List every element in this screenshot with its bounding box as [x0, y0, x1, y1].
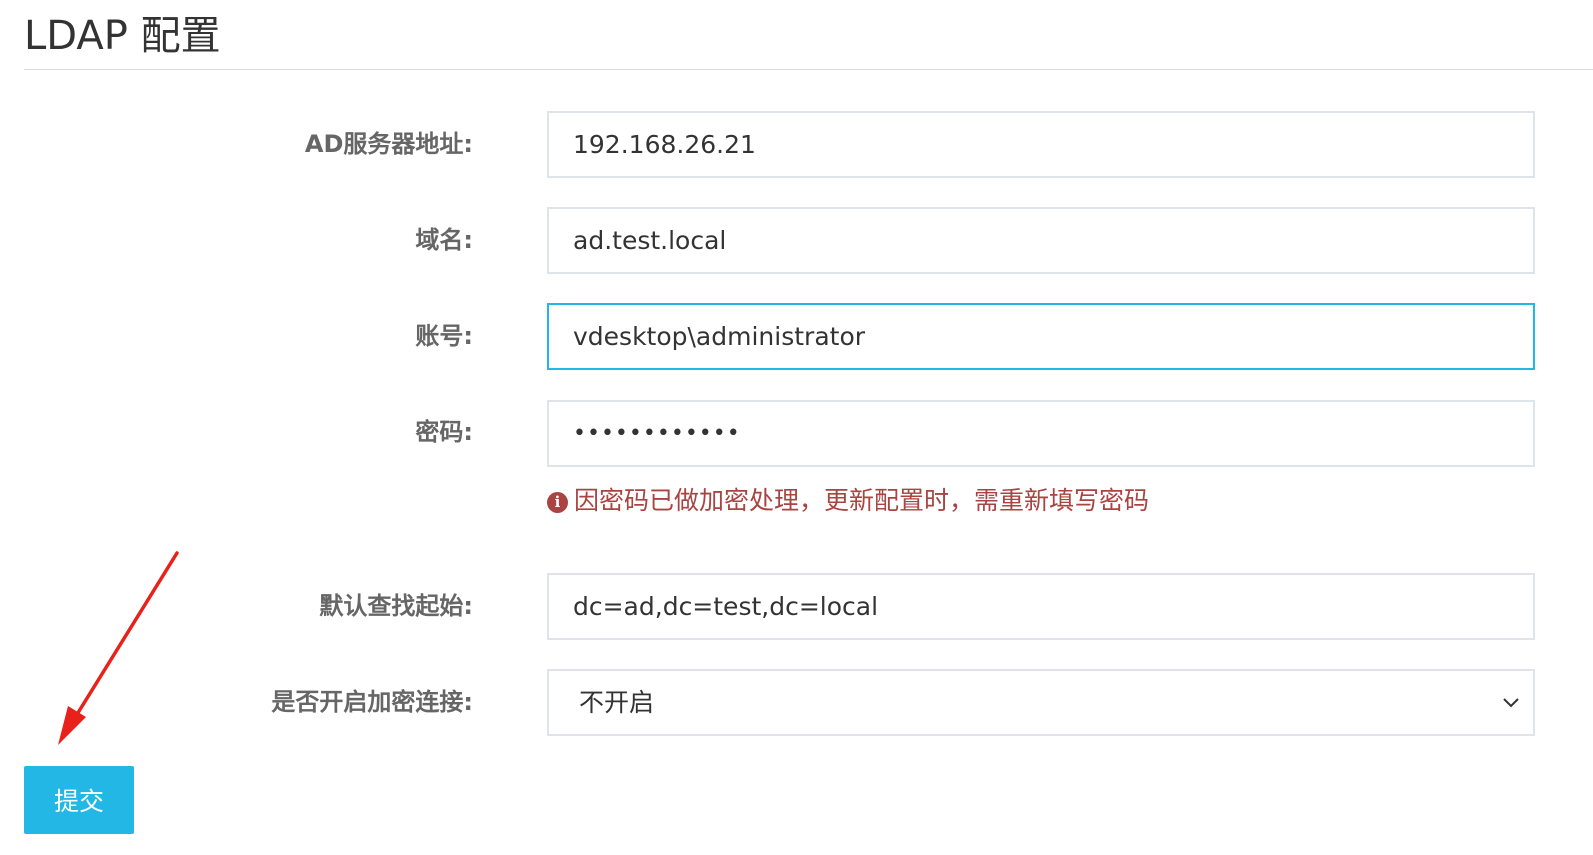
submit-button[interactable]: 提交 [24, 766, 134, 834]
domain-input[interactable] [547, 207, 1535, 274]
encryption-select[interactable]: 不开启 [547, 669, 1535, 736]
encryption-select-wrapper: 不开启 [547, 669, 1535, 736]
title-divider [24, 69, 1593, 70]
page-title: LDAP 配置 [24, 13, 221, 59]
password-label: 密码: [415, 418, 473, 446]
base-dn-label: 默认查找起始: [319, 592, 473, 620]
domain-label: 域名: [415, 226, 473, 254]
server-address-input[interactable] [547, 111, 1535, 178]
server-address-label: AD服务器地址: [304, 130, 473, 158]
account-input[interactable] [547, 303, 1535, 370]
ldap-config-page: LDAP 配置 AD服务器地址: 域名: 账号: 密码: i 因密码已做加密处理，… [0, 0, 1593, 855]
password-help-text: i 因密码已做加密处理，更新配置时，需重新填写密码 [547, 484, 1149, 518]
account-label: 账号: [415, 322, 473, 350]
base-dn-input[interactable] [547, 573, 1535, 640]
info-icon: i [547, 492, 568, 513]
encryption-label: 是否开启加密连接: [271, 688, 473, 716]
password-help-message: 因密码已做加密处理，更新配置时，需重新填写密码 [574, 486, 1150, 515]
password-input[interactable] [547, 400, 1535, 467]
